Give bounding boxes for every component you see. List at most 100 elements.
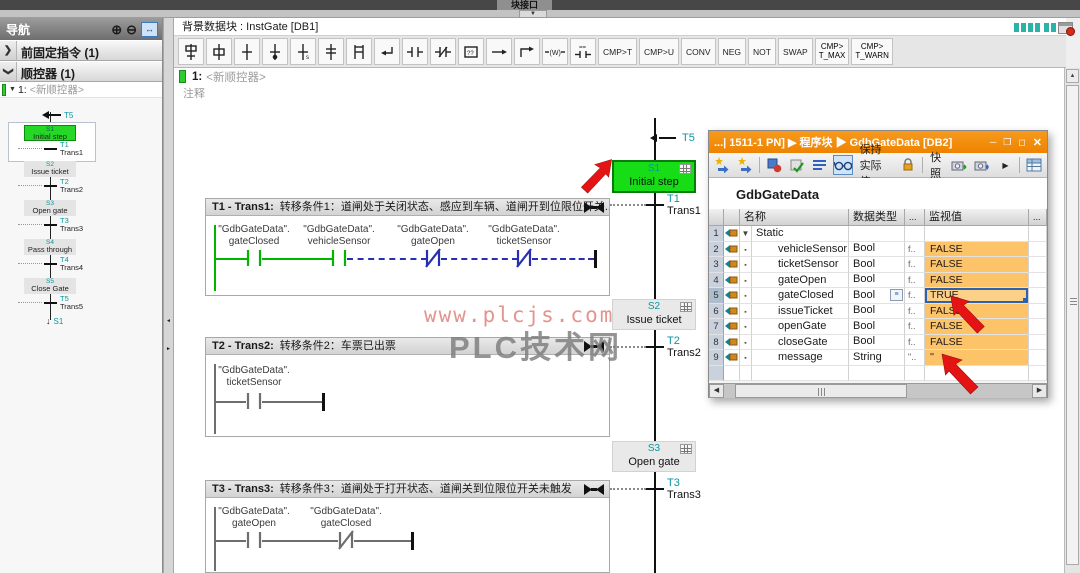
editor-window-icon[interactable] bbox=[1058, 22, 1075, 36]
operand-label[interactable]: "GdbGateData". gateClosed bbox=[298, 506, 394, 530]
monitor-value[interactable] bbox=[925, 226, 1029, 242]
snapshot-button[interactable]: 快照 bbox=[926, 152, 946, 180]
jump-icon[interactable] bbox=[514, 38, 540, 65]
collapse-left-icon[interactable]: ◄ bbox=[166, 318, 171, 324]
zoom-out-icon[interactable]: ⊖ bbox=[126, 23, 137, 36]
monitor-value[interactable]: FALSE bbox=[925, 334, 1029, 350]
insert-step-icon[interactable] bbox=[206, 38, 232, 65]
insert-step-transition-icon[interactable] bbox=[178, 38, 204, 65]
overview-step-s4[interactable]: S4 Pass through bbox=[24, 239, 76, 255]
step-actions-table-icon[interactable] bbox=[680, 444, 692, 454]
table-row[interactable]: 5 ▼ ▪ gateClosed Bool ≡ f.. TR bbox=[709, 288, 1047, 304]
monitor-value[interactable]: FALSE bbox=[925, 272, 1029, 288]
copy-snapshot-icon[interactable] bbox=[949, 155, 969, 175]
compare-instruction-button[interactable]: CONV bbox=[681, 38, 716, 65]
no-contact[interactable] bbox=[246, 530, 262, 550]
overview-step-s1[interactable]: S1 Initial step bbox=[24, 125, 76, 141]
cmp-twarn-button[interactable]: CMP> T_WARN bbox=[851, 38, 893, 65]
compare-instruction-button[interactable]: NOT bbox=[748, 38, 776, 65]
add-row-after-icon[interactable] bbox=[735, 155, 755, 175]
more-options-icon[interactable]: ▶ bbox=[995, 155, 1015, 175]
table-row[interactable]: 9 ▼ ▪ message String ≡ ".. '' bbox=[709, 350, 1047, 366]
apply-values-icon[interactable] bbox=[787, 155, 807, 175]
monitor-value[interactable]: FALSE bbox=[925, 257, 1029, 273]
caret-down-icon[interactable]: ▼ bbox=[9, 86, 16, 93]
monitor-value[interactable]: FALSE bbox=[925, 241, 1029, 257]
lock-icon[interactable] bbox=[898, 155, 918, 175]
interface-collapse-button[interactable]: ▼ bbox=[519, 10, 547, 18]
operand-label[interactable]: "GdbGateData". vehicleSensor bbox=[291, 224, 387, 248]
cmp-tmax-button[interactable]: CMP> T_MAX bbox=[814, 38, 850, 65]
sequence-title-row[interactable]: 1: <新顺控器> bbox=[174, 68, 1066, 85]
table-row[interactable]: 4 ▼ ▪ gateOpen Bool ≡ f.. FALS bbox=[709, 272, 1047, 288]
table-row[interactable]: ▼ ▪ ≡ bbox=[709, 365, 1047, 381]
expand-members-icon[interactable] bbox=[810, 155, 830, 175]
network-t1[interactable]: T1 - Trans1: 转移条件1：道闸处于关闭状态、感应到车辆、道闸开到位限位… bbox=[205, 198, 610, 296]
close-icon[interactable]: ✕ bbox=[1033, 136, 1042, 149]
keep-actual-values-button[interactable]: 保持实际值 bbox=[856, 144, 895, 188]
compare-instruction-button[interactable]: SWAP bbox=[777, 38, 813, 65]
coil-icon[interactable]: (W) bbox=[542, 38, 568, 65]
operand-label[interactable]: "GdbGateData". ticketSensor bbox=[206, 365, 302, 389]
transition-label-t2[interactable]: T2 Trans2 bbox=[667, 335, 701, 359]
normally-closed-contact-icon[interactable] bbox=[430, 38, 456, 65]
insert-transition-icon[interactable] bbox=[234, 38, 260, 65]
nc-contact[interactable] bbox=[516, 248, 532, 268]
collapse-right-icon[interactable]: ► bbox=[166, 346, 171, 352]
load-start-values-icon[interactable] bbox=[764, 155, 784, 175]
sequence-comment[interactable]: 注释 bbox=[174, 85, 1066, 100]
column-header-type[interactable]: 数据类型 bbox=[849, 209, 905, 226]
insert-parallel-branch-icon[interactable] bbox=[346, 38, 372, 65]
block-interface-tab[interactable]: 块接口 bbox=[497, 0, 553, 10]
network-t3-title[interactable]: T3 - Trans3: 转移条件3：道闸处于打开状态、道闸关到位限位开关未触发 bbox=[206, 481, 609, 498]
open-branch-icon[interactable] bbox=[486, 38, 512, 65]
compare-instruction-button[interactable]: NEG bbox=[717, 38, 747, 65]
table-row[interactable]: 7 ▼ ▪ openGate Bool ≡ f.. FALS bbox=[709, 319, 1047, 335]
scrollbar-thumb[interactable] bbox=[735, 384, 907, 398]
editor-vertical-scrollbar[interactable]: ▲ bbox=[1064, 68, 1080, 573]
nav-section-fixed-instructions[interactable]: ❯ 前固定指令 (1) bbox=[0, 40, 162, 61]
column-header-monitor-value[interactable]: 监视值 bbox=[925, 209, 1029, 226]
network-t1-title[interactable]: T1 - Trans1: 转移条件1：道闸处于关闭状态、感应到车辆、道闸开到位限位… bbox=[206, 199, 609, 216]
insert-row-icon[interactable] bbox=[712, 155, 732, 175]
value-dropdown-icon[interactable]: ≡ bbox=[890, 289, 903, 302]
scroll-up-icon[interactable]: ▲ bbox=[1066, 69, 1079, 83]
transition-tick-t3[interactable] bbox=[645, 488, 664, 490]
table-row[interactable]: 3 ▼ ▪ ticketSensor Bool ≡ f.. bbox=[709, 257, 1047, 273]
scrollbar-thumb[interactable] bbox=[1066, 85, 1079, 565]
step-actions-table-icon[interactable] bbox=[679, 164, 691, 174]
nav-section-sequencers[interactable]: ❯ 顺控器 (1) bbox=[0, 61, 162, 82]
overview-step-s2[interactable]: S2 Issue ticket bbox=[24, 161, 76, 177]
network-t3[interactable]: T3 - Trans3: 转移条件3：道闸处于打开状态、道闸关到位限位开关未触发 … bbox=[205, 480, 610, 573]
no-contact[interactable] bbox=[246, 391, 262, 411]
transition-tick-t2[interactable] bbox=[645, 346, 664, 348]
column-header-name[interactable]: 名称 bbox=[740, 209, 849, 226]
minimize-icon[interactable]: ─ bbox=[990, 137, 996, 147]
overview-step-s5[interactable]: S5 Close Gate bbox=[24, 278, 76, 294]
transition-label-t3[interactable]: T3 Trans3 bbox=[667, 477, 701, 501]
no-contact[interactable] bbox=[331, 248, 347, 268]
float-icon[interactable]: ❐ bbox=[1003, 137, 1011, 148]
maximize-icon[interactable]: ◻ bbox=[1018, 137, 1025, 148]
compare-instruction-button[interactable]: CMP>T bbox=[598, 38, 638, 65]
empty-box-icon[interactable]: ?? bbox=[458, 38, 484, 65]
nc-contact[interactable] bbox=[338, 530, 354, 550]
transition-tick-t1[interactable] bbox=[645, 204, 664, 206]
insert-transition-s-icon[interactable]: s bbox=[290, 38, 316, 65]
overview-step-s3[interactable]: S3 Open gate bbox=[24, 200, 76, 216]
monitor-all-icon[interactable] bbox=[832, 155, 853, 175]
operand-label[interactable]: "GdbGateData". gateOpen bbox=[206, 506, 302, 530]
fit-width-icon[interactable]: ↔ bbox=[141, 21, 158, 37]
close-branch-icon[interactable] bbox=[374, 38, 400, 65]
nc-contact[interactable] bbox=[425, 248, 441, 268]
step-s3-open-gate[interactable]: S3 Open gate bbox=[612, 441, 696, 472]
no-contact[interactable] bbox=[246, 248, 262, 268]
compare-instruction-button[interactable]: CMP>U bbox=[639, 38, 680, 65]
column-header-more[interactable]: ... bbox=[1029, 209, 1047, 226]
step-s1-initial[interactable]: S1 Initial step bbox=[612, 160, 696, 193]
zoom-in-icon[interactable]: ⊕ bbox=[111, 23, 122, 36]
chevron-down-icon[interactable]: ❯ bbox=[0, 62, 17, 81]
table-settings-icon[interactable] bbox=[1024, 155, 1044, 175]
load-snapshot-icon[interactable] bbox=[972, 155, 992, 175]
operand-label[interactable]: "GdbGateData". ticketSensor bbox=[476, 224, 572, 248]
